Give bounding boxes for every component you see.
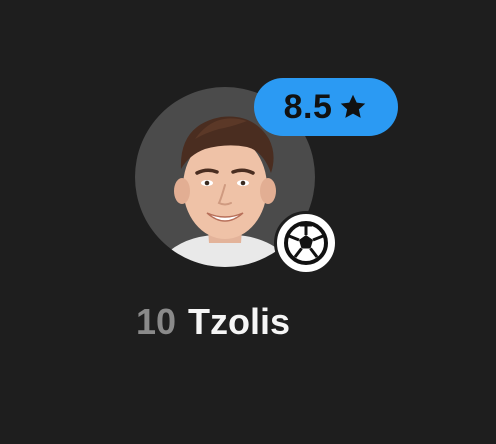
rating-value: 8.5 <box>283 87 333 126</box>
goal-badge <box>274 211 338 275</box>
star-icon <box>341 94 366 118</box>
rating-badge: 8.5 <box>254 78 398 136</box>
shirt-number: 10 <box>136 301 177 342</box>
player-name: Tzolis <box>188 301 291 342</box>
player-label: 10 Tzolis <box>136 296 290 348</box>
player-card[interactable]: 8.5 10 Tzolis <box>0 0 496 444</box>
football-icon <box>284 221 328 265</box>
